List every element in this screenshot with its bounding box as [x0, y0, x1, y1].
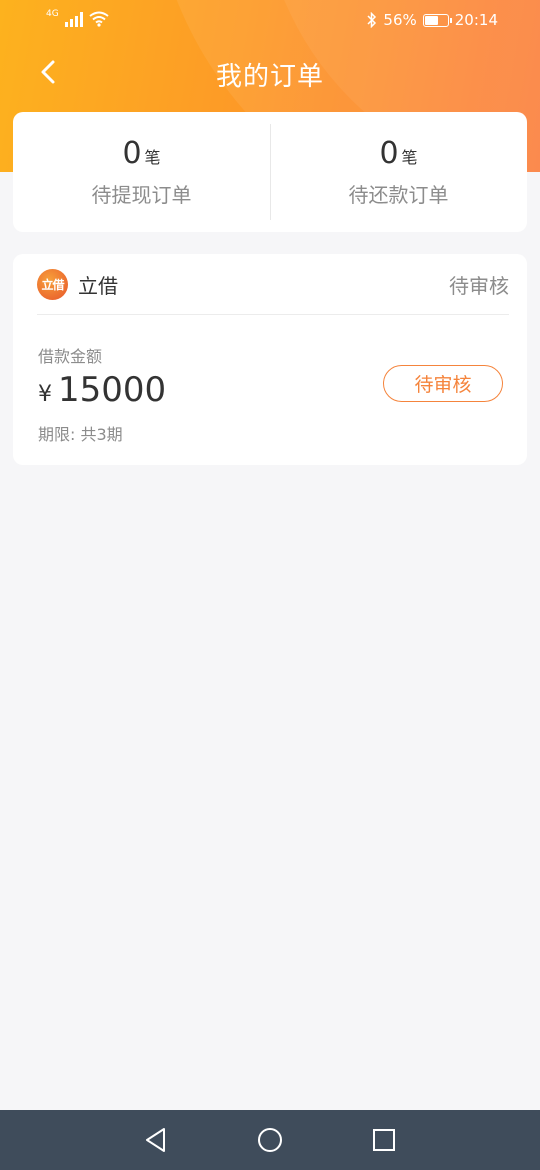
pending-repay-unit: 笔	[401, 148, 418, 167]
page-title: 我的订单	[215, 62, 324, 92]
pending-repay-summary[interactable]: 0 笔 待还款订单	[270, 112, 527, 232]
amount-row: ¥ 15000	[38, 370, 166, 410]
system-home-button[interactable]	[253, 1123, 287, 1157]
status-bar: 4G 56% 20:14	[0, 0, 540, 42]
network-type: 4G	[46, 9, 59, 19]
square-recents-icon	[373, 1129, 395, 1151]
order-header: 立借 立借 待审核	[37, 254, 509, 315]
brand-logo: 立借	[37, 268, 68, 300]
wifi-icon	[89, 11, 109, 27]
pending-withdraw-summary[interactable]: 0 笔 待提现订单	[13, 112, 270, 232]
nav-bar: 我的订单	[0, 46, 540, 98]
clock: 20:14	[454, 11, 498, 29]
loan-amount: 15000	[58, 370, 167, 410]
pending-repay-label: 待还款订单	[348, 183, 449, 207]
currency-symbol: ¥	[38, 382, 52, 407]
brand-name: 立借	[78, 273, 118, 298]
pending-review-button[interactable]: 待审核	[383, 365, 503, 402]
status-left: 4G	[46, 10, 109, 27]
amount-label: 借款金额	[38, 347, 103, 366]
pending-repay-count: 0	[379, 136, 399, 171]
circle-home-icon	[258, 1128, 282, 1152]
pending-withdraw-label: 待提现订单	[91, 183, 192, 207]
bluetooth-icon	[367, 12, 377, 28]
pending-withdraw-unit: 笔	[144, 148, 161, 167]
system-nav-bar	[0, 1110, 540, 1170]
system-recents-button[interactable]	[367, 1123, 401, 1157]
pending-withdraw-count: 0	[122, 136, 142, 171]
loan-period: 期限: 共3期	[38, 425, 123, 444]
order-card[interactable]: 立借 立借 待审核 借款金额 ¥ 15000 期限: 共3期 待审核	[13, 254, 527, 465]
battery-icon	[422, 13, 452, 27]
signal-icon	[64, 11, 83, 27]
status-right: 56% 20:14	[367, 11, 498, 29]
system-back-button[interactable]	[139, 1123, 173, 1157]
order-summary-card: 0 笔 待提现订单 0 笔 待还款订单	[13, 112, 527, 232]
triangle-back-icon	[146, 1128, 165, 1152]
battery-percent: 56%	[383, 11, 417, 29]
order-status-text: 待审核	[449, 273, 509, 298]
